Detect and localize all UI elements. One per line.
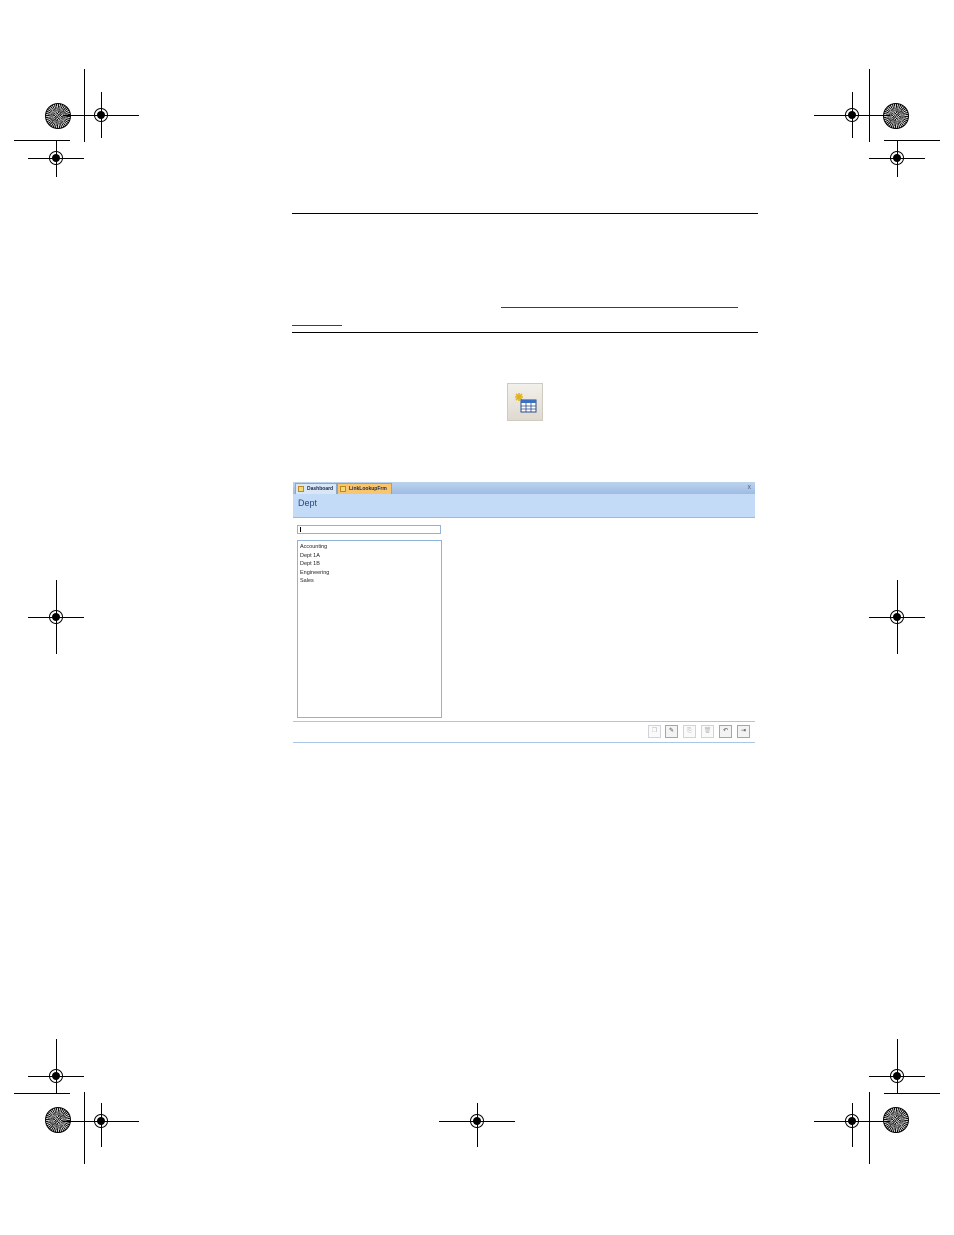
- list-item[interactable]: Sales: [300, 577, 439, 586]
- text-caret: [300, 527, 301, 532]
- registration-starburst-icon: [883, 1107, 909, 1133]
- trim-mark: [84, 69, 85, 142]
- form-footer-toolbar: ❐ ✎ ⎘ 🗑 ↶ ⇥: [293, 721, 755, 743]
- top-rule: [292, 213, 758, 214]
- form-header: Dept: [293, 494, 755, 518]
- access-form-screenshot: Dashboard LinkLookupFrm x Dept Accountin…: [293, 482, 755, 743]
- search-input[interactable]: [297, 525, 441, 534]
- trim-mark: [14, 1093, 70, 1094]
- form-icon: [340, 486, 346, 492]
- bottom-rule: [292, 332, 758, 333]
- list-item[interactable]: Dept 1A: [300, 552, 439, 561]
- hyperlink-underline[interactable]: [292, 325, 342, 326]
- form-title: Dept: [298, 498, 318, 508]
- registration-starburst-icon: [45, 1107, 71, 1133]
- document-tab-bar: Dashboard LinkLookupFrm x: [293, 482, 755, 494]
- copy-button[interactable]: ⎘: [683, 725, 696, 738]
- exit-button[interactable]: ⇥: [737, 725, 750, 738]
- trim-mark: [84, 1092, 85, 1164]
- new-record-button[interactable]: ❐: [648, 725, 661, 738]
- trim-mark: [14, 140, 70, 141]
- new-table-icon: [507, 383, 543, 421]
- tab-label: Dashboard: [307, 486, 334, 492]
- trim-mark: [884, 1093, 940, 1094]
- trim-mark: [869, 69, 870, 142]
- close-icon[interactable]: x: [748, 482, 752, 493]
- form-icon: [298, 486, 304, 492]
- trim-mark: [869, 1092, 870, 1164]
- list-item[interactable]: Engineering: [300, 569, 439, 578]
- registration-starburst-icon: [883, 103, 909, 129]
- trim-mark: [884, 140, 940, 141]
- edit-button[interactable]: ✎: [665, 725, 678, 738]
- registration-starburst-icon: [45, 103, 71, 129]
- delete-button[interactable]: 🗑: [701, 725, 714, 738]
- tab-linklookupfrm[interactable]: LinkLookupFrm: [337, 483, 392, 494]
- undo-button[interactable]: ↶: [719, 725, 732, 738]
- tab-dashboard[interactable]: Dashboard: [295, 483, 337, 494]
- list-item[interactable]: Accounting: [300, 543, 439, 552]
- dept-listbox[interactable]: Accounting Dept 1A Dept 1B Engineering S…: [297, 540, 442, 718]
- list-item[interactable]: Dept 1B: [300, 560, 439, 569]
- hyperlink-underline[interactable]: [501, 307, 738, 308]
- tab-label: LinkLookupFrm: [349, 486, 387, 492]
